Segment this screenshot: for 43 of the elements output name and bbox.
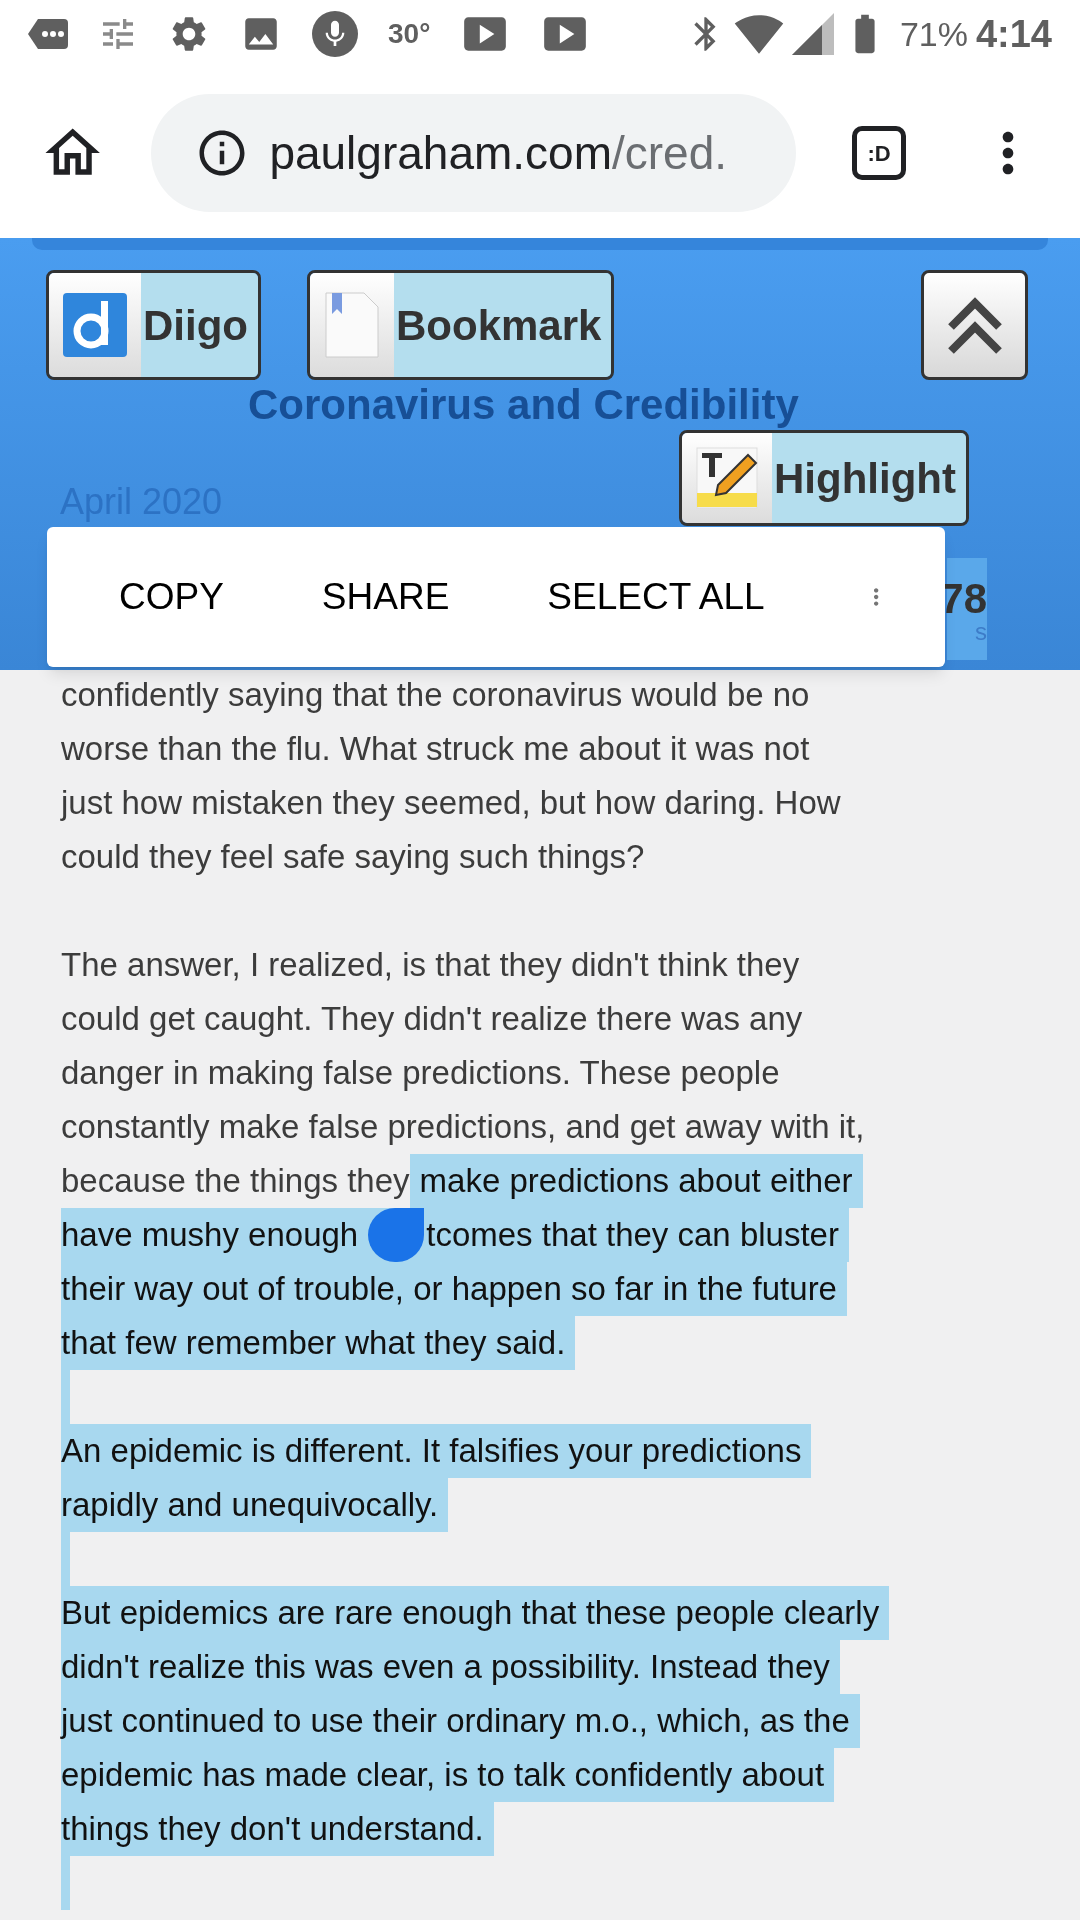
body-text: could they feel safe saying such things?: [61, 837, 645, 878]
body-text: because the things they: [61, 1161, 410, 1202]
body-text: The answer, I realized, is that they didn't think they: [61, 945, 800, 986]
body-text: tcomes that they can bluster: [426, 1208, 849, 1262]
body-text: But epidemics are rare enough that these people clearly: [61, 1586, 890, 1640]
body-text: that few remember what they said.: [61, 1316, 576, 1370]
toolbar-button[interactable]: Highlight: [679, 430, 969, 526]
menu-action[interactable]: COPY: [119, 569, 224, 625]
body-text: constantly make false predictions, and get away with it,: [61, 1107, 865, 1148]
highlighter-pen-icon: [696, 447, 758, 509]
body-text: worse than the flu. What struck me about it was not: [61, 729, 810, 770]
body-text: make predictions about either: [409, 1154, 863, 1208]
selection-handle[interactable]: [368, 1208, 425, 1262]
body-text: An epidemic is different. It falsifies your predictions: [61, 1424, 812, 1478]
scroll-top-button[interactable]: [921, 270, 1028, 380]
body-text: just how mistaken they seemed, but how daring. How: [61, 783, 841, 824]
mic-icon: [312, 11, 358, 57]
battery-percent: 71%: [899, 13, 968, 55]
body-text: their way out of trouble, or happen so far in the future: [61, 1262, 847, 1316]
body-text: confidently saying that the coronavirus would be no: [61, 675, 810, 716]
counter: 78: [940, 578, 987, 620]
tag-icon: [28, 19, 68, 49]
toolbar-button[interactable]: Diigo: [46, 270, 261, 380]
body-text: things they don't understand.: [61, 1802, 494, 1856]
menu-action[interactable]: SELECT ALL: [547, 569, 765, 625]
body-text: could get caught. They didn't realize there was any: [61, 999, 803, 1040]
clock: 4:14: [975, 11, 1052, 57]
tab-switcher-button[interactable]: :D: [852, 126, 906, 180]
body-text: rapidly and unequivocally.: [61, 1478, 449, 1532]
body-text: just continued to use their ordinary m.o., which, as the: [61, 1694, 860, 1748]
url-text: paulgraham.com/cred.: [269, 125, 728, 181]
menu-action[interactable]: SHARE: [321, 569, 450, 625]
body-text: didn't realize this was even a possibility. Instead they: [61, 1640, 840, 1694]
toolbar-button[interactable]: Bookmark: [307, 270, 615, 380]
article-title: Coronavirus and Credibility: [248, 384, 799, 426]
document-bookmark-icon: [324, 292, 380, 358]
address-bar[interactable]: paulgraham.com/cred.: [151, 94, 796, 212]
body-text: danger in making false predictions. These people: [61, 1053, 780, 1094]
temperature: 30°: [388, 17, 431, 51]
diigo-logo-icon: [63, 293, 127, 357]
body-text: have mushy enough: [61, 1208, 369, 1262]
body-text: epidemic has made clear, is to talk confidently about: [61, 1748, 835, 1802]
signal-icon: [791, 13, 834, 55]
